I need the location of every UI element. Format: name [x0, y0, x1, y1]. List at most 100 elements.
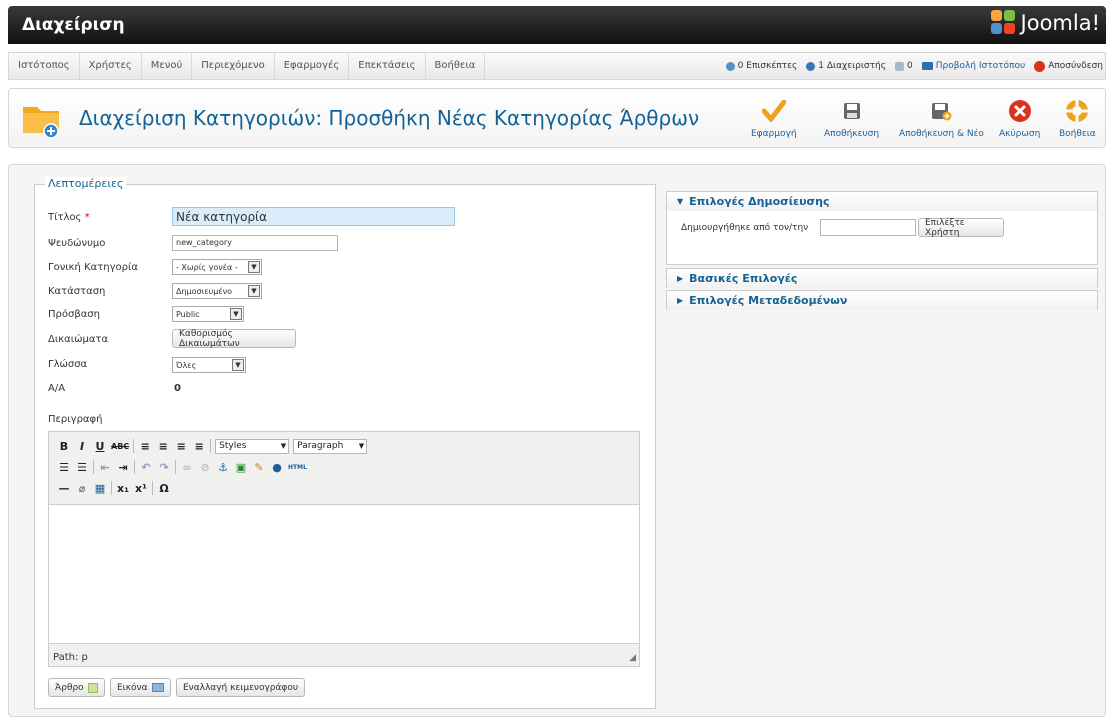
align-left-icon[interactable]: ≡: [138, 438, 152, 454]
toggle-editor-button[interactable]: Εναλλαγή κειμενογράφου: [176, 678, 306, 697]
admin-header: Διαχείριση Joomla!: [8, 6, 1106, 44]
italic-button[interactable]: I: [75, 438, 89, 454]
admins-status: 1 Διαχειριστής: [806, 61, 886, 71]
menu-extensions[interactable]: Επεκτάσεις: [349, 53, 426, 79]
parent-value: - Χωρίς γονέα -: [176, 262, 238, 272]
image-button[interactable]: Εικόνα: [110, 678, 171, 697]
triangle-right-icon: ▶: [677, 274, 684, 283]
metadata-options-header[interactable]: ▶ Επιλογές Μεταδεδομένων: [667, 291, 1097, 310]
alias-input[interactable]: new_category: [172, 235, 338, 251]
editor-content-area[interactable]: [49, 504, 639, 644]
basic-options-header[interactable]: ▶ Βασικές Επιλογές: [667, 269, 1097, 288]
remove-format-icon[interactable]: ⌀: [75, 480, 89, 496]
special-char-icon[interactable]: Ω: [157, 480, 171, 496]
created-by-input[interactable]: [820, 219, 916, 236]
format-value: Paragraph: [297, 441, 344, 451]
admins-count: 1 Διαχειριστής: [818, 61, 886, 71]
editor-toolbar-row-3: — ⌀ ▦ x₁ x¹ Ω: [57, 479, 171, 497]
cleanup-icon[interactable]: ✎: [252, 459, 266, 475]
view-site-link[interactable]: Προβολή Ιστοτόπου: [921, 61, 1026, 71]
publishing-options-title: Επιλογές Δημοσίευσης: [689, 195, 830, 208]
description-label: Περιγραφή: [48, 414, 103, 425]
logout-link[interactable]: Αποσύνδεση: [1034, 60, 1103, 72]
bold-button[interactable]: B: [57, 438, 71, 454]
category-add-icon: [23, 107, 59, 139]
separator: [152, 481, 153, 495]
link-icon[interactable]: ∞: [180, 459, 194, 475]
undo-icon[interactable]: ↶: [139, 459, 153, 475]
styles-select[interactable]: Styles ▼: [215, 438, 290, 454]
editor-toolbar-row-2: ☰ ☰ ⇤ ⇥ ↶ ↷ ∞ ⊘ ⚓ ▣ ✎ ● HTML: [57, 458, 307, 476]
parent-select[interactable]: - Χωρίς γονέα - ▼: [172, 259, 262, 275]
toolbar: Διαχείριση Κατηγοριών: Προσθήκη Νέας Κατ…: [8, 88, 1106, 148]
rich-text-editor: B I U ABC ≡ ≡ ≡ ≡ Styles ▼ Paragraph ▼ ☰ ☰…: [48, 431, 640, 667]
chevron-down-icon: ▼: [358, 442, 365, 450]
admins-icon: [806, 61, 816, 71]
article-button[interactable]: Άρθρο: [48, 678, 105, 697]
strikethrough-button[interactable]: ABC: [111, 438, 129, 454]
separator: [175, 460, 176, 474]
save-new-icon: [927, 97, 955, 125]
publishing-options-header[interactable]: ▼ Επιλογές Δημοσίευσης: [667, 192, 1097, 211]
resize-grip-icon[interactable]: ◢: [629, 653, 636, 663]
permissions-button[interactable]: Καθορισμός Δικαιωμάτων: [172, 329, 296, 349]
basic-options-panel: ▶ Βασικές Επιλογές: [666, 268, 1098, 288]
logout-icon: [1034, 60, 1046, 72]
bullet-list-icon[interactable]: ☰: [57, 459, 71, 475]
anchor-icon[interactable]: ⚓: [216, 459, 230, 475]
help-circle-icon[interactable]: ●: [270, 459, 284, 475]
menu-users[interactable]: Χρήστες: [80, 53, 142, 79]
created-by-label: Δημιουργήθηκε από τον/την: [681, 223, 809, 233]
subscript-icon[interactable]: x₁: [116, 480, 130, 496]
numbered-list-icon[interactable]: ☰: [75, 459, 89, 475]
horizontal-rule-icon[interactable]: —: [57, 480, 71, 496]
alias-label: Ψευδώνυμο: [48, 238, 106, 249]
format-select[interactable]: Paragraph ▼: [293, 438, 368, 454]
title-input[interactable]: Νέα κατηγορία: [172, 207, 455, 226]
menu-components[interactable]: Εφαρμογές: [275, 53, 350, 79]
menu-content[interactable]: Περιεχόμενο: [192, 53, 275, 79]
apply-button[interactable]: Εφαρμογή: [751, 97, 797, 139]
main-menu: Ιστότοπος Χρήστες Μενού Περιεχόμενο Εφαρ…: [8, 52, 1106, 80]
unlink-icon[interactable]: ⊘: [198, 459, 212, 475]
menu-site[interactable]: Ιστότοπος: [9, 53, 80, 79]
mail-icon: [894, 61, 904, 71]
access-value: Public: [176, 309, 200, 319]
language-select[interactable]: Όλες ▼: [172, 357, 246, 373]
checkmark-icon: [760, 97, 788, 125]
save-new-button[interactable]: Αποθήκευση & Νέο: [899, 97, 984, 139]
details-legend: Λεπτομέρειες: [45, 177, 127, 190]
menu-menus[interactable]: Μενού: [142, 53, 193, 79]
save-button[interactable]: Αποθήκευση: [824, 97, 879, 139]
align-justify-icon[interactable]: ≡: [192, 438, 206, 454]
cancel-button[interactable]: Ακύρωση: [999, 97, 1040, 139]
superscript-icon[interactable]: x¹: [134, 480, 148, 496]
menu-help[interactable]: Βοήθεια: [426, 53, 486, 79]
messages-status[interactable]: 0: [894, 61, 913, 71]
publishing-options-panel: ▼ Επιλογές Δημοσίευσης Δημιουργήθηκε από…: [666, 191, 1098, 265]
metadata-options-title: Επιλογές Μεταδεδομένων: [689, 294, 848, 307]
align-right-icon[interactable]: ≡: [174, 438, 188, 454]
chevron-down-icon: ▼: [248, 285, 260, 297]
select-user-button[interactable]: Επιλέξτε Χρήστη: [918, 218, 1004, 238]
separator: [111, 481, 112, 495]
redo-icon[interactable]: ↷: [157, 459, 171, 475]
monitor-icon: [921, 62, 933, 70]
editor-path: Path: p: [53, 652, 88, 663]
help-button[interactable]: Βοήθεια: [1059, 97, 1096, 139]
cancel-icon: [1006, 97, 1034, 125]
triangle-right-icon: ▶: [677, 296, 684, 305]
outdent-icon[interactable]: ⇤: [98, 459, 112, 475]
align-center-icon[interactable]: ≡: [156, 438, 170, 454]
access-select[interactable]: Public ▼: [172, 306, 244, 322]
language-label: Γλώσσα: [48, 359, 88, 370]
indent-icon[interactable]: ⇥: [116, 459, 130, 475]
state-select[interactable]: Δημοσιευμένο ▼: [172, 283, 262, 299]
view-site-label: Προβολή Ιστοτόπου: [935, 61, 1026, 71]
html-icon[interactable]: HTML: [288, 459, 307, 475]
chevron-down-icon: ▼: [280, 442, 287, 450]
underline-button[interactable]: U: [93, 438, 107, 454]
separator: [134, 460, 135, 474]
image-icon[interactable]: ▣: [234, 459, 248, 475]
table-icon[interactable]: ▦: [93, 480, 107, 496]
